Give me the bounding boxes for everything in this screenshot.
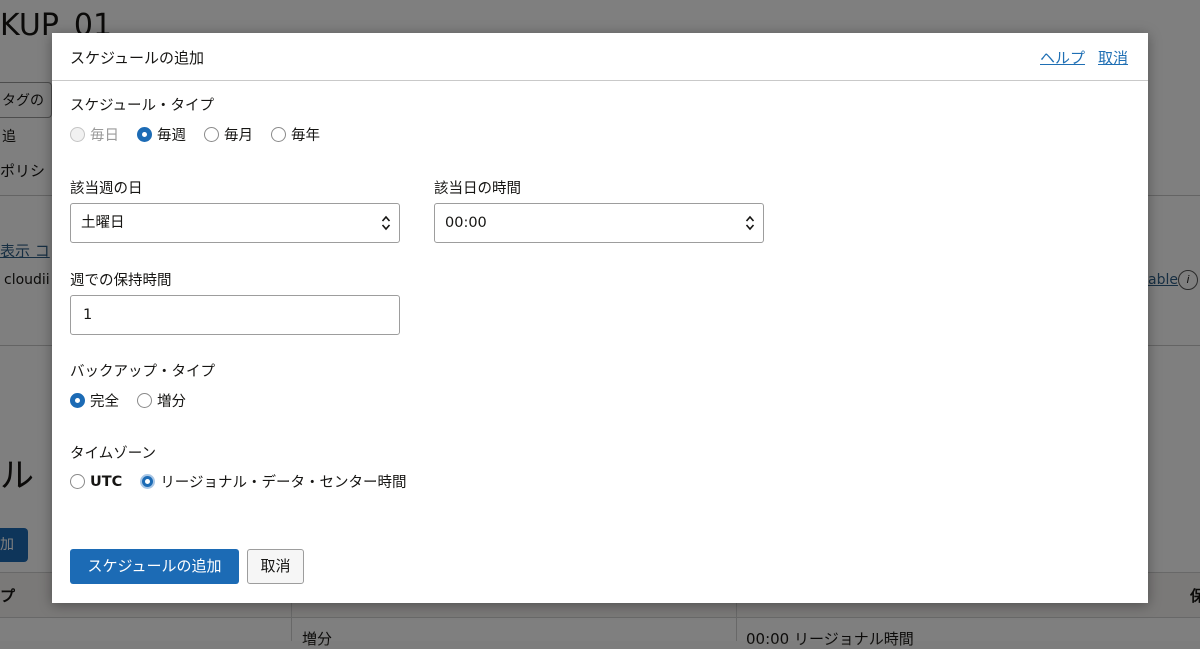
backup-type-full-radio[interactable]: 完全 xyxy=(70,390,119,411)
radio-label: UTC xyxy=(90,473,123,490)
backup-type-incremental-radio[interactable]: 増分 xyxy=(137,390,186,411)
radio-label: 毎週 xyxy=(157,128,186,144)
day-of-week-select[interactable]: 土曜日 xyxy=(70,203,400,243)
timezone-radio-group: UTC リージョナル・データ・センター時間 xyxy=(70,471,425,492)
add-schedule-button[interactable]: スケジュールの追加 xyxy=(70,549,239,584)
time-of-day-select[interactable]: 00:00 xyxy=(434,203,764,243)
radio-label: 毎月 xyxy=(224,128,253,144)
backup-type-radio-group: 完全 増分 xyxy=(70,390,204,411)
timezone-utc-radio[interactable]: UTC xyxy=(70,474,122,490)
help-link[interactable]: ヘルプ xyxy=(1040,47,1085,68)
time-of-day-value: 00:00 xyxy=(445,215,487,231)
backup-type-label: バックアップ・タイプ xyxy=(70,364,215,380)
radio-circle xyxy=(70,474,85,489)
schedule-type-weekly-radio[interactable]: 毎週 xyxy=(137,124,186,145)
cancel-link[interactable]: 取消 xyxy=(1098,47,1128,68)
radio-label: 完全 xyxy=(90,394,119,410)
dialog-header: スケジュールの追加 ヘルプ 取消 xyxy=(52,33,1148,81)
timezone-label: タイムゾーン xyxy=(70,446,156,462)
time-of-day-label: 該当日の時間 xyxy=(434,181,521,197)
retention-input[interactable]: 1 xyxy=(70,295,400,335)
radio-label: リージョナル・データ・センター時間 xyxy=(160,475,407,491)
radio-circle xyxy=(137,393,152,408)
schedule-type-daily-radio[interactable]: 毎日 xyxy=(70,124,119,145)
chevron-up-down-icon xyxy=(381,215,391,231)
schedule-type-radio-group: 毎日 毎週 毎月 毎年 xyxy=(70,124,338,145)
add-schedule-dialog: スケジュールの追加 ヘルプ 取消 スケジュール・タイプ 毎日 毎週 毎月 毎年 … xyxy=(52,33,1148,603)
radio-label: 毎年 xyxy=(291,128,320,144)
radio-label: 毎日 xyxy=(90,128,119,144)
schedule-type-yearly-radio[interactable]: 毎年 xyxy=(271,124,320,145)
radio-circle xyxy=(204,127,219,142)
chevron-up-down-icon xyxy=(745,215,755,231)
radio-circle xyxy=(70,393,85,408)
radio-circle xyxy=(271,127,286,142)
schedule-type-label: スケジュール・タイプ xyxy=(70,98,214,114)
retention-label: 週での保持時間 xyxy=(70,273,172,289)
day-of-week-label: 該当週の日 xyxy=(70,181,143,197)
timezone-regional-radio[interactable]: リージョナル・データ・センター時間 xyxy=(140,471,407,492)
radio-circle xyxy=(140,474,156,489)
radio-circle xyxy=(137,127,152,142)
radio-circle xyxy=(70,127,85,142)
dialog-title: スケジュールの追加 xyxy=(70,49,204,67)
radio-label: 増分 xyxy=(157,394,186,410)
day-of-week-value: 土曜日 xyxy=(81,215,125,231)
cancel-button[interactable]: 取消 xyxy=(247,549,304,584)
schedule-type-monthly-radio[interactable]: 毎月 xyxy=(204,124,253,145)
